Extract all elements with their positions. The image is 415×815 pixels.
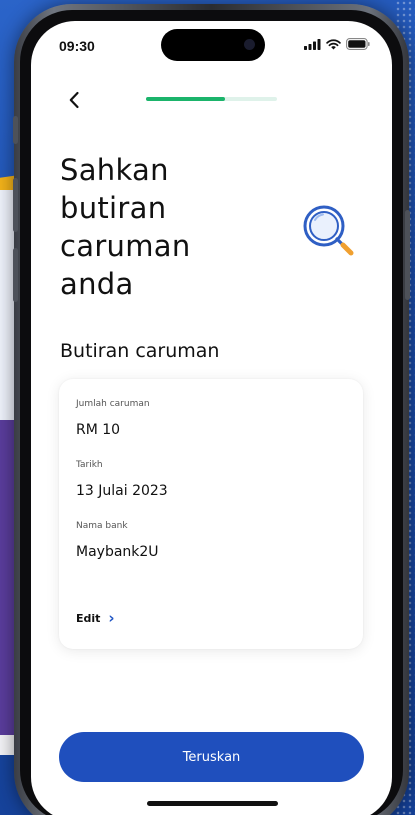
amount-value: RM 10 xyxy=(76,422,121,438)
battery-icon xyxy=(346,38,370,50)
page-title-line: Sahkan xyxy=(60,153,169,187)
page-title-line: butiran xyxy=(60,191,167,225)
date-value: 13 Julai 2023 xyxy=(76,483,168,499)
volume-up-button xyxy=(13,178,18,232)
status-time: 09:30 xyxy=(59,38,95,54)
back-button[interactable] xyxy=(61,87,87,113)
status-icons xyxy=(304,38,370,50)
magnifier-icon xyxy=(303,205,354,256)
edit-link[interactable]: Edit › xyxy=(76,611,115,626)
continue-button[interactable]: Teruskan xyxy=(59,732,364,782)
amount-label: Jumlah caruman xyxy=(76,399,150,409)
power-button xyxy=(405,210,410,300)
chevron-left-icon xyxy=(69,91,79,109)
page-title: Sahkan butiran caruman anda xyxy=(60,151,290,303)
edit-label: Edit xyxy=(76,612,101,625)
page-title-line: caruman xyxy=(60,229,191,263)
signal-icon xyxy=(304,38,321,50)
silent-switch xyxy=(13,116,18,144)
date-label: Tarikh xyxy=(76,460,103,470)
home-indicator xyxy=(147,801,278,806)
progress-bar xyxy=(146,97,277,101)
section-heading: Butiran caruman xyxy=(60,340,220,362)
contribution-details-card: Jumlah caruman RM 10 Tarikh 13 Julai 202… xyxy=(59,379,363,649)
app-screen: 09:30 Sahkan butiran caruman anda Butira… xyxy=(31,21,392,815)
chevron-right-icon: › xyxy=(108,609,115,627)
progress-fill xyxy=(146,97,225,101)
wifi-icon xyxy=(326,38,341,49)
dynamic-island xyxy=(161,29,265,61)
bank-label: Nama bank xyxy=(76,521,128,531)
volume-down-button xyxy=(13,248,18,302)
bank-value: Maybank2U xyxy=(76,544,159,560)
page-title-line: anda xyxy=(60,267,134,301)
front-camera xyxy=(244,39,255,50)
